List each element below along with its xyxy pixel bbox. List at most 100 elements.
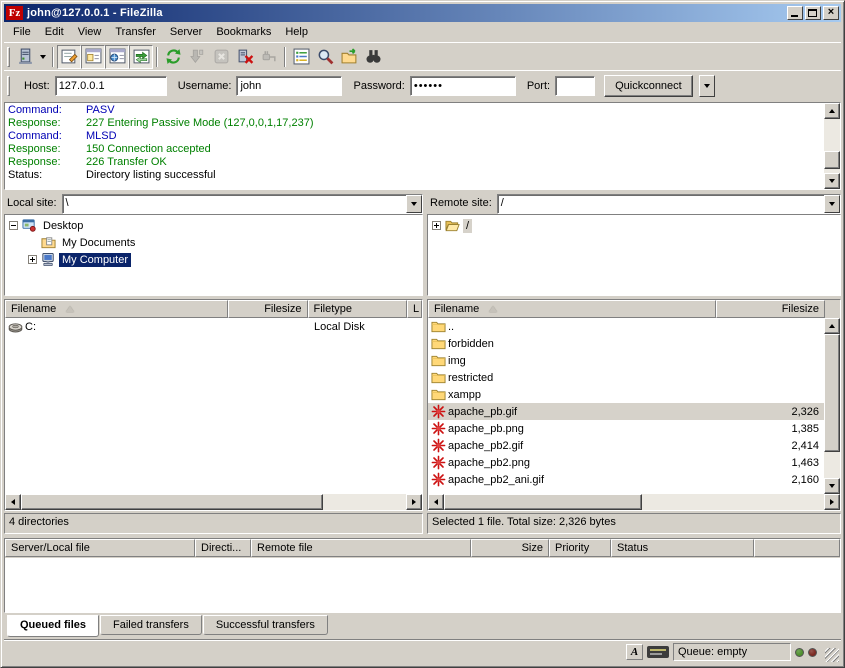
column-header-priority[interactable]: Priority — [549, 539, 611, 557]
file-row-c-[interactable]: C:Local Disk — [5, 318, 422, 335]
tree-item-label: Desktop — [40, 219, 86, 233]
quickconnect-button[interactable]: Quickconnect — [604, 75, 693, 97]
find-button[interactable] — [313, 45, 337, 69]
scroll-right-button[interactable] — [824, 494, 840, 510]
tab-failed-transfers[interactable]: Failed transfers — [100, 615, 202, 635]
host-input[interactable] — [55, 76, 167, 96]
column-header-filename[interactable]: Filename — [5, 300, 228, 318]
scroll-left-button[interactable] — [428, 494, 444, 510]
local-tree-item-my-documents[interactable]: My Documents — [5, 234, 422, 251]
file-row-img[interactable]: img — [428, 352, 824, 369]
disconnect-button[interactable] — [233, 45, 257, 69]
column-header-filetype[interactable]: Filetype — [308, 300, 408, 318]
tab-queued-files[interactable]: Queued files — [7, 615, 99, 637]
tree-expander-plus-icon[interactable] — [28, 255, 37, 264]
filename-cell: apache_pb.png — [428, 420, 715, 437]
menu-server[interactable]: Server — [163, 24, 209, 41]
remote-site-dropdown-button[interactable] — [824, 195, 840, 213]
refresh-button[interactable] — [161, 45, 185, 69]
column-header-filename[interactable]: Filename — [428, 300, 716, 318]
scroll-thumb[interactable] — [824, 334, 840, 452]
scroll-thumb[interactable] — [824, 151, 840, 169]
column-header-status[interactable]: Status — [611, 539, 754, 557]
menu-bookmarks[interactable]: Bookmarks — [209, 24, 278, 41]
remote-site-combo[interactable]: / — [497, 194, 841, 214]
minimize-button[interactable] — [787, 6, 803, 20]
remote-file-list: FilenameFilesize ..forbiddenimgrestricte… — [427, 299, 841, 511]
scroll-thumb[interactable] — [21, 494, 323, 510]
scroll-down-button[interactable] — [824, 478, 840, 494]
file-row-apache-pb2.gif[interactable]: apache_pb2.gif2,414 — [428, 437, 824, 454]
menu-help[interactable]: Help — [278, 24, 315, 41]
password-input[interactable] — [410, 76, 516, 96]
remote-site-label: Remote site: — [427, 197, 497, 211]
data-type-indicator-icon[interactable]: A — [626, 644, 643, 660]
process-queue-button[interactable] — [185, 45, 209, 69]
reconnect-button[interactable] — [257, 45, 281, 69]
status-bar: A Queue: empty — [4, 639, 841, 664]
port-input[interactable] — [555, 76, 595, 96]
file-row-xampp[interactable]: xampp — [428, 386, 824, 403]
filter-button[interactable] — [289, 45, 313, 69]
resize-grip[interactable] — [825, 648, 839, 662]
column-header-blank[interactable] — [754, 539, 840, 557]
local-site-dropdown-button[interactable] — [406, 195, 422, 213]
speed-limits-icon[interactable] — [647, 646, 669, 658]
host-label: Host: — [24, 80, 50, 92]
toggle-remote-tree-button[interactable] — [105, 45, 129, 69]
queue-header: Server/Local fileDirecti...Remote fileSi… — [5, 539, 840, 558]
local-tree-item-my-computer[interactable]: My Computer — [5, 251, 422, 268]
menu-view[interactable]: View — [71, 24, 109, 41]
remote-list-vscrollbar[interactable] — [824, 318, 840, 494]
menu-edit[interactable]: Edit — [38, 24, 71, 41]
queue-list[interactable] — [5, 558, 840, 612]
local-list-hscrollbar[interactable] — [5, 494, 422, 510]
file-row-forbidden[interactable]: forbidden — [428, 335, 824, 352]
toggle-local-tree-button[interactable] — [81, 45, 105, 69]
local-site-combo[interactable]: \ — [62, 194, 423, 214]
file-row-apache-pb2.png[interactable]: apache_pb2.png1,463 — [428, 454, 824, 471]
file-row-..[interactable]: .. — [428, 318, 824, 335]
column-header-server-local-file[interactable]: Server/Local file — [5, 539, 195, 557]
column-header-size[interactable]: Size — [471, 539, 549, 557]
scroll-down-button[interactable] — [824, 173, 840, 189]
column-header-filesize[interactable]: Filesize — [228, 300, 308, 318]
toolbar-grip[interactable] — [7, 47, 10, 67]
column-header-directi-[interactable]: Directi... — [195, 539, 251, 557]
quickbar-grip[interactable] — [7, 76, 10, 96]
column-header-l[interactable]: L — [407, 300, 422, 318]
maximize-button[interactable] — [805, 6, 821, 20]
file-row-apache-pb.gif[interactable]: apache_pb.gif2,326 — [428, 403, 824, 420]
directory-comparison-button[interactable] — [361, 45, 385, 69]
toggle-transfer-queue-button[interactable] — [129, 45, 153, 69]
local-tree-item-desktop[interactable]: Desktop — [5, 217, 422, 234]
synchronized-browsing-button[interactable] — [337, 45, 361, 69]
synchronized-browsing-icon — [341, 48, 358, 65]
filesize-cell — [715, 386, 824, 403]
scroll-right-button[interactable] — [406, 494, 422, 510]
file-row-restricted[interactable]: restricted — [428, 369, 824, 386]
toggle-message-log-button[interactable] — [57, 45, 81, 69]
close-button[interactable]: × — [823, 6, 839, 20]
file-row-apache-pb.png[interactable]: apache_pb.png1,385 — [428, 420, 824, 437]
username-input[interactable] — [236, 76, 342, 96]
tab-successful-transfers[interactable]: Successful transfers — [203, 615, 328, 635]
scroll-thumb[interactable] — [444, 494, 642, 510]
remote-list-hscrollbar[interactable] — [428, 494, 840, 510]
site-manager-dropdown-button[interactable] — [37, 45, 49, 69]
tree-expander-plus-icon[interactable] — [432, 221, 441, 230]
remote-tree-item--[interactable]: / — [428, 217, 840, 234]
scroll-up-button[interactable] — [824, 103, 840, 119]
scroll-left-button[interactable] — [5, 494, 21, 510]
menu-file[interactable]: File — [6, 24, 38, 41]
message-log-vscrollbar[interactable] — [824, 103, 840, 189]
file-row-apache-pb2-ani.gif[interactable]: apache_pb2_ani.gif2,160 — [428, 471, 824, 488]
column-header-filesize[interactable]: Filesize — [716, 300, 825, 318]
scroll-up-button[interactable] — [824, 318, 840, 334]
quickconnect-dropdown-button[interactable] — [699, 75, 715, 97]
column-header-remote-file[interactable]: Remote file — [251, 539, 471, 557]
menu-transfer[interactable]: Transfer — [108, 24, 163, 41]
cancel-button[interactable] — [209, 45, 233, 69]
site-manager-button[interactable] — [13, 45, 37, 69]
tree-expander-minus-icon[interactable] — [9, 221, 18, 230]
